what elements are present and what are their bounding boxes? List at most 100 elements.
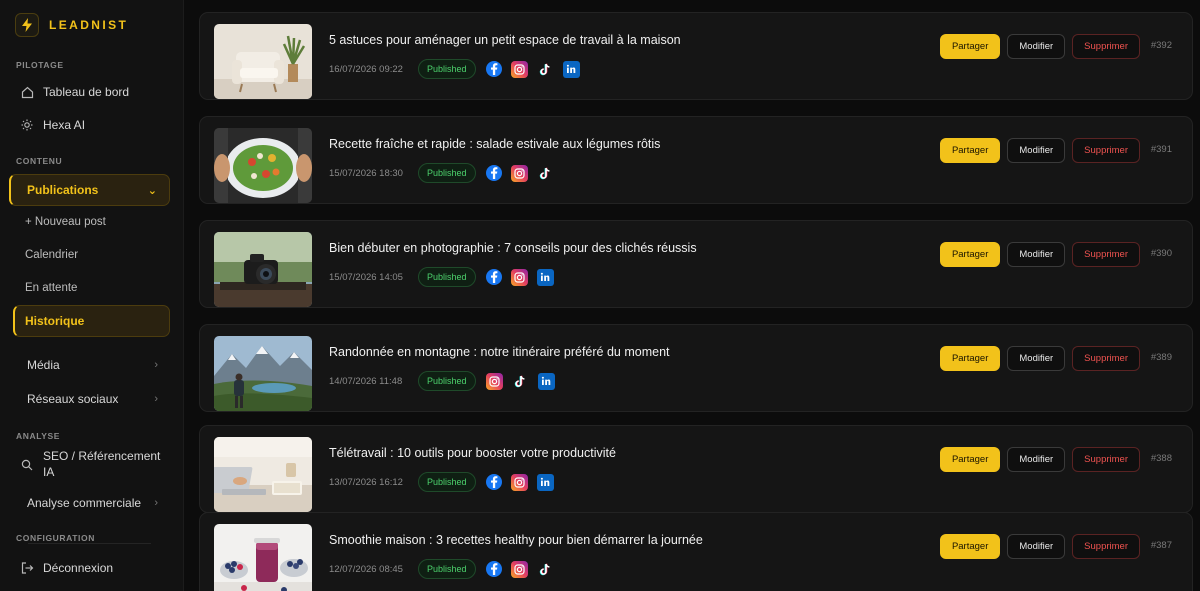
- sidebar-item-media[interactable]: Média ›: [12, 356, 170, 374]
- linkedin-icon: [536, 268, 554, 286]
- section-label-configuration: CONFIGURATION: [16, 533, 95, 543]
- edit-button[interactable]: Modifier: [1007, 534, 1066, 559]
- sidebar-item-publications[interactable]: Publications ⌄: [9, 174, 170, 206]
- sidebar-subitem-new-post[interactable]: + Nouveau post: [25, 216, 106, 228]
- sidebar-item-dashboard[interactable]: Tableau de bord: [12, 83, 170, 101]
- facebook-icon: [485, 61, 502, 77]
- sidebar-item-label: Réseaux sociaux: [27, 392, 119, 406]
- publication-card[interactable]: Randonnée en montagne : notre itinéraire…: [199, 324, 1193, 412]
- linkedin-icon: [562, 60, 580, 78]
- sidebar-item-label: Média: [27, 358, 60, 372]
- chevron-right-icon: ›: [154, 359, 158, 371]
- status-badge: Published: [418, 163, 476, 183]
- section-label-contenu: CONTENU: [16, 156, 63, 166]
- chevron-down-icon: ⌄: [147, 184, 157, 197]
- status-badge: Published: [418, 371, 476, 391]
- edit-button[interactable]: Modifier: [1007, 34, 1066, 59]
- post-title[interactable]: Randonnée en montagne : notre itinéraire…: [329, 345, 670, 359]
- sidebar-item-label: Historique: [25, 314, 85, 328]
- sidebar-item-label: Déconnexion: [43, 561, 114, 575]
- post-thumbnail[interactable]: [214, 128, 312, 203]
- post-actions: Partager Modifier Supprimer: [939, 534, 1140, 559]
- delete-button[interactable]: Supprimer: [1072, 447, 1140, 472]
- instagram-icon: [510, 164, 528, 182]
- post-title[interactable]: Smoothie maison : 3 recettes healthy pou…: [329, 533, 703, 547]
- delete-button[interactable]: Supprimer: [1072, 534, 1140, 559]
- chevron-right-icon: ›: [154, 497, 158, 509]
- brand-name: LEADNIST: [49, 18, 129, 32]
- brand[interactable]: LEADNIST: [15, 13, 128, 37]
- status-badge: Published: [418, 267, 476, 287]
- tiktok-icon: [512, 373, 529, 390]
- lightning-logo-icon: [15, 13, 39, 37]
- post-id: #392: [1150, 40, 1172, 51]
- publication-card[interactable]: 5 astuces pour aménager un petit espace …: [199, 12, 1193, 100]
- sidebar-item-social[interactable]: Réseaux sociaux ›: [12, 390, 170, 408]
- sidebar-subitem-calendar[interactable]: Calendrier: [25, 249, 78, 261]
- share-button[interactable]: Partager: [939, 138, 1001, 163]
- instagram-icon: [485, 372, 503, 390]
- logout-icon: [20, 561, 34, 575]
- publication-card[interactable]: Smoothie maison : 3 recettes healthy pou…: [199, 512, 1193, 591]
- sidebar-item-commercial[interactable]: Analyse commerciale ›: [12, 494, 170, 512]
- post-meta: 13/07/2026 16:12 Published: [329, 472, 563, 492]
- instagram-icon: [510, 560, 528, 578]
- sidebar: LEADNIST PILOTAGE Tableau de bord Hexa A…: [0, 0, 184, 591]
- post-thumbnail[interactable]: [214, 336, 312, 411]
- post-date: 12/07/2026 08:45: [329, 563, 403, 575]
- post-meta: 12/07/2026 08:45 Published: [329, 559, 563, 579]
- post-id: #389: [1150, 352, 1172, 363]
- edit-button[interactable]: Modifier: [1007, 242, 1066, 267]
- share-button[interactable]: Partager: [939, 242, 1001, 267]
- share-button[interactable]: Partager: [939, 346, 1001, 371]
- divider: [28, 543, 151, 544]
- sidebar-item-label: Hexa AI: [43, 118, 86, 132]
- post-title[interactable]: 5 astuces pour aménager un petit espace …: [329, 33, 681, 47]
- sidebar-subitem-history[interactable]: Historique: [13, 305, 170, 337]
- post-title[interactable]: Télétravail : 10 outils pour booster vot…: [329, 446, 616, 460]
- delete-button[interactable]: Supprimer: [1072, 34, 1140, 59]
- post-title[interactable]: Recette fraîche et rapide : salade estiv…: [329, 137, 660, 151]
- post-date: 15/07/2026 14:05: [329, 271, 403, 283]
- post-id: #390: [1150, 248, 1172, 259]
- share-button[interactable]: Partager: [939, 447, 1001, 472]
- post-title[interactable]: Bien débuter en photographie : 7 conseil…: [329, 241, 697, 255]
- post-date: 15/07/2026 18:30: [329, 167, 403, 179]
- sidebar-item-seo[interactable]: SEO / Référencement IA: [12, 448, 170, 484]
- post-thumbnail[interactable]: [214, 24, 312, 99]
- post-date: 13/07/2026 16:12: [329, 476, 403, 488]
- delete-button[interactable]: Supprimer: [1072, 242, 1140, 267]
- instagram-icon: [510, 473, 528, 491]
- post-thumbnail[interactable]: [214, 524, 312, 591]
- linkedin-icon: [537, 372, 555, 390]
- share-button[interactable]: Partager: [939, 534, 1001, 559]
- post-actions: Partager Modifier Supprimer: [939, 447, 1140, 472]
- sidebar-item-label: Tableau de bord: [43, 85, 130, 99]
- post-thumbnail[interactable]: [214, 437, 312, 512]
- post-meta: 15/07/2026 14:05 Published: [329, 267, 563, 287]
- post-actions: Partager Modifier Supprimer: [939, 34, 1140, 59]
- section-label-pilotage: PILOTAGE: [16, 60, 64, 70]
- publication-card[interactable]: Recette fraîche et rapide : salade estiv…: [199, 116, 1193, 204]
- sidebar-item-label: Analyse commerciale: [27, 496, 142, 510]
- seo-label-line1: SEO / Référencement: [43, 449, 161, 463]
- sidebar-item-logout[interactable]: Déconnexion: [12, 559, 170, 577]
- edit-button[interactable]: Modifier: [1007, 447, 1066, 472]
- instagram-icon: [510, 268, 528, 286]
- delete-button[interactable]: Supprimer: [1072, 138, 1140, 163]
- seo-label-line2: IA: [43, 465, 55, 479]
- publication-card[interactable]: Bien débuter en photographie : 7 conseil…: [199, 220, 1193, 308]
- delete-button[interactable]: Supprimer: [1072, 346, 1140, 371]
- sidebar-item-label: SEO / Référencement IA: [43, 448, 160, 480]
- linkedin-icon: [536, 473, 554, 491]
- edit-button[interactable]: Modifier: [1007, 346, 1066, 371]
- post-actions: Partager Modifier Supprimer: [939, 346, 1140, 371]
- sidebar-subitem-pending[interactable]: En attente: [25, 282, 77, 294]
- publication-card[interactable]: Télétravail : 10 outils pour booster vot…: [199, 425, 1193, 513]
- share-button[interactable]: Partager: [939, 34, 1001, 59]
- post-meta: 16/07/2026 09:22 Published: [329, 59, 589, 79]
- edit-button[interactable]: Modifier: [1007, 138, 1066, 163]
- post-thumbnail[interactable]: [214, 232, 312, 307]
- sidebar-item-hexa-ai[interactable]: Hexa AI: [12, 116, 170, 134]
- facebook-icon: [485, 165, 502, 181]
